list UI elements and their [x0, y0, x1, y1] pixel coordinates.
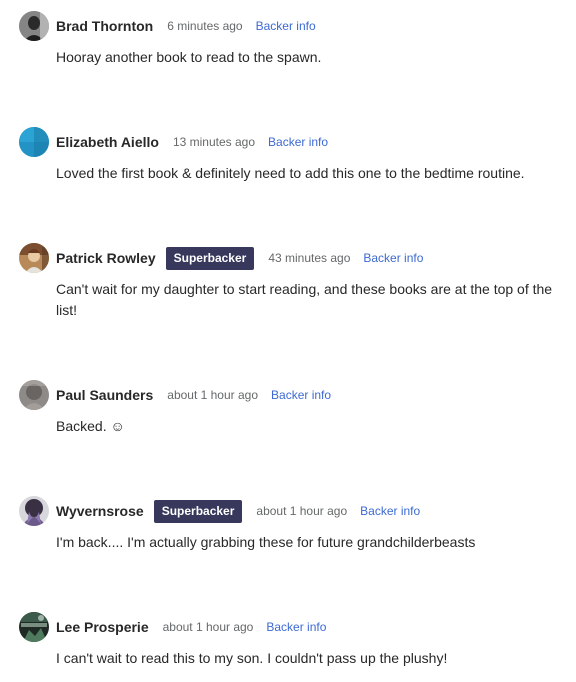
- grayscale-portrait-avatar-icon: [19, 11, 49, 41]
- comment-item: Paul Saunders about 1 hour ago Backer in…: [19, 380, 571, 437]
- avatar[interactable]: [19, 612, 49, 642]
- comment-text: Hooray another book to read to the spawn…: [56, 49, 322, 65]
- superbacker-badge: Superbacker: [165, 246, 255, 270]
- author-name[interactable]: Elizabeth Aiello: [56, 134, 159, 150]
- comment-timestamp: 13 minutes ago: [172, 135, 256, 149]
- gray-blur-avatar-icon: [19, 380, 49, 410]
- avatar[interactable]: [19, 11, 49, 41]
- comment-text: Backed. ☺: [56, 418, 125, 434]
- comment-text: I'm back.... I'm actually grabbing these…: [56, 534, 476, 550]
- comment-header: Patrick Rowley Superbacker 43 minutes ag…: [19, 243, 571, 273]
- comment-timestamp: about 1 hour ago: [162, 620, 254, 634]
- backer-info-link[interactable]: Backer info: [256, 19, 316, 33]
- author-name[interactable]: Wyvernsrose: [56, 503, 144, 519]
- author-name[interactable]: Brad Thornton: [56, 18, 153, 34]
- comment-text: Can't wait for my daughter to start read…: [56, 281, 553, 318]
- comment-item: Lee Prosperie about 1 hour ago Backer in…: [19, 612, 571, 669]
- comment-item: Brad Thornton 6 minutes ago Backer info …: [19, 11, 571, 68]
- backer-info-link[interactable]: Backer info: [363, 251, 423, 265]
- comment-header: Paul Saunders about 1 hour ago Backer in…: [19, 380, 571, 410]
- avatar[interactable]: [19, 496, 49, 526]
- comment-header: Brad Thornton 6 minutes ago Backer info: [19, 11, 571, 41]
- comment-header: Elizabeth Aiello 13 minutes ago Backer i…: [19, 127, 571, 157]
- blue-default-avatar-icon: [19, 127, 49, 157]
- avatar[interactable]: [19, 380, 49, 410]
- author-name[interactable]: Patrick Rowley: [56, 250, 156, 266]
- comment-text: I can't wait to read this to my son. I c…: [56, 650, 448, 666]
- avatar[interactable]: [19, 127, 49, 157]
- purple-figure-avatar-icon: [19, 496, 49, 526]
- backer-info-link[interactable]: Backer info: [266, 620, 326, 634]
- comment-item: Elizabeth Aiello 13 minutes ago Backer i…: [19, 127, 571, 184]
- comment-item: Wyvernsrose Superbacker about 1 hour ago…: [19, 496, 571, 553]
- comment-timestamp: 43 minutes ago: [268, 251, 351, 265]
- avatar[interactable]: [19, 243, 49, 273]
- comment-header: Wyvernsrose Superbacker about 1 hour ago…: [19, 496, 571, 526]
- dark-game-avatar-icon: [19, 612, 49, 642]
- comment-header: Lee Prosperie about 1 hour ago Backer in…: [19, 612, 571, 642]
- comment-text: Loved the first book & definitely need t…: [56, 165, 525, 181]
- backer-info-link[interactable]: Backer info: [268, 135, 328, 149]
- comment-timestamp: about 1 hour ago: [167, 388, 259, 402]
- comment-item: Patrick Rowley Superbacker 43 minutes ag…: [19, 243, 571, 321]
- backer-info-link[interactable]: Backer info: [360, 504, 420, 518]
- comment-timestamp: about 1 hour ago: [256, 504, 348, 518]
- superbacker-badge: Superbacker: [153, 499, 243, 523]
- author-name[interactable]: Lee Prosperie: [56, 619, 149, 635]
- author-name[interactable]: Paul Saunders: [56, 387, 153, 403]
- backer-info-link[interactable]: Backer info: [271, 388, 331, 402]
- comment-timestamp: 6 minutes ago: [167, 19, 243, 33]
- photo-avatar-icon: [19, 243, 49, 273]
